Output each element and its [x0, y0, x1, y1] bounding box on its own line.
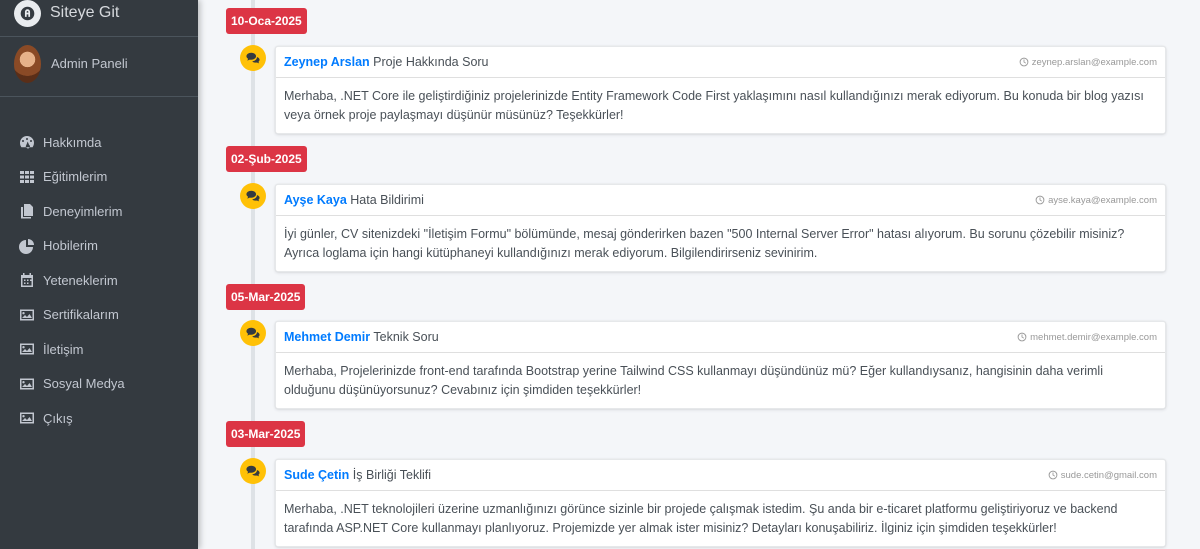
sidebar-item-label: Yeteneklerim [43, 272, 118, 288]
message-card: Zeynep Arslan Proje Hakkında Soru zeynep… [275, 46, 1166, 134]
sidebar-item-sertifikalarim[interactable]: Sertifikalarım [0, 298, 198, 333]
message-card: Mehmet Demir Teknik Soru mehmet.demir@ex… [275, 321, 1166, 409]
sidebar-item-label: Eğitimlerim [43, 169, 108, 185]
pie-chart-icon [19, 238, 34, 254]
message-subject: İş Birliği Teklifi [352, 468, 432, 482]
sidebar-item-yeteneklerim[interactable]: Yeteneklerim [0, 263, 198, 298]
message-body: İyi günler, CV sitenizdeki "İletişim For… [284, 227, 1125, 260]
message-body: Merhaba, .NET Core ile geliştirdiğiniz p… [284, 89, 1144, 122]
email-text: mehmet.demir@example.com [1030, 331, 1157, 343]
message-timeline: 10-Oca-2025 Zeynep Arslan Proje Hakkında… [198, 0, 1200, 549]
message-body: Merhaba, Projelerinizde front-end tarafı… [284, 364, 1103, 397]
date-label: 03-Mar-2025 [226, 421, 306, 447]
message-card: Ayşe Kaya Hata Bildirimi ayse.kaya@examp… [275, 184, 1166, 272]
image-icon [20, 309, 34, 321]
sidebar-item-label: Deneyimlerim [43, 203, 123, 219]
sidebar-item-deneyimlerim[interactable]: Deneyimlerim [0, 194, 198, 229]
sidebar-item-hobilerim[interactable]: Hobilerim [0, 229, 198, 264]
brand-link[interactable]: Siteye Git [0, 0, 198, 37]
message-email: zeynep.arslan@example.com [1019, 57, 1157, 68]
message-card: Sude Çetin İş Birliği Teklifi sude.cetin… [275, 459, 1166, 547]
comments-icon [240, 320, 266, 346]
sender-link[interactable]: Mehmet Demir [284, 330, 370, 344]
sidebar-item-label: Çıkış [43, 410, 73, 426]
tachometer-icon [20, 136, 34, 149]
message-subject: Proje Hakkında Soru [373, 55, 489, 69]
message-subject: Teknik Soru [373, 330, 439, 344]
message-email: mehmet.demir@example.com [1017, 332, 1157, 343]
message-title: Ayşe Kaya Hata Bildirimi [284, 193, 424, 207]
message-body: Merhaba, .NET teknolojileri üzerine uzma… [284, 502, 1118, 535]
sidebar-item-label: Sosyal Medya [43, 376, 125, 392]
sidebar-item-label: Sertifikalarım [43, 307, 119, 323]
message-subject: Hata Bildirimi [350, 193, 424, 207]
sidebar-item-egitimlerim[interactable]: Eğitimlerim [0, 160, 198, 195]
date-label: 05-Mar-2025 [226, 284, 306, 310]
sidebar-item-cikis[interactable]: Çıkış [0, 401, 198, 436]
sidebar-item-hakkimda[interactable]: Hakkımda [0, 125, 198, 160]
sidebar-item-label: Hobilerim [43, 238, 98, 254]
sender-link[interactable]: Sude Çetin [284, 468, 349, 482]
clock-icon [1048, 470, 1058, 480]
email-text: zeynep.arslan@example.com [1031, 56, 1157, 68]
user-name: Admin Paneli [51, 56, 128, 71]
image-icon [20, 343, 34, 355]
sidebar-item-iletisim[interactable]: İletişim [0, 332, 198, 367]
date-label: 02-Şub-2025 [226, 146, 307, 172]
comments-icon [240, 458, 266, 484]
image-icon [20, 412, 34, 424]
email-text: ayse.kaya@example.com [1048, 194, 1157, 206]
message-email: ayse.kaya@example.com [1035, 195, 1157, 206]
sidebar-item-sosyal-medya[interactable]: Sosyal Medya [0, 367, 198, 402]
sidebar-item-label: Hakkımda [43, 134, 102, 150]
brand-title: Siteye Git [50, 4, 120, 21]
message-title: Zeynep Arslan Proje Hakkında Soru [284, 55, 489, 69]
date-label: 10-Oca-2025 [226, 8, 307, 34]
comments-icon [240, 45, 266, 71]
image-icon [20, 378, 34, 390]
clock-icon [1035, 195, 1045, 205]
message-header: Zeynep Arslan Proje Hakkında Soru zeynep… [276, 47, 1165, 78]
grid-icon [20, 170, 34, 183]
user-panel[interactable]: Admin Paneli [0, 37, 198, 97]
message-header: Sude Çetin İş Birliği Teklifi sude.cetin… [276, 460, 1165, 491]
message-title: Sude Çetin İş Birliği Teklifi [284, 468, 431, 482]
message-email: sude.cetin@gmail.com [1048, 470, 1157, 481]
calendar-icon [21, 273, 33, 288]
clock-icon [1019, 57, 1029, 67]
files-icon [21, 204, 33, 219]
comments-icon [240, 183, 266, 209]
message-header: Ayşe Kaya Hata Bildirimi ayse.kaya@examp… [276, 185, 1165, 216]
sender-link[interactable]: Zeynep Arslan [284, 55, 370, 69]
brand-logo-icon [14, 0, 41, 27]
message-title: Mehmet Demir Teknik Soru [284, 330, 439, 344]
sidebar-item-label: İletişim [43, 341, 84, 357]
sidebar: Siteye Git Admin Paneli Hakkımda Eğitiml… [0, 0, 198, 549]
email-text: sude.cetin@gmail.com [1060, 469, 1157, 481]
sender-link[interactable]: Ayşe Kaya [284, 193, 347, 207]
sidebar-nav: Hakkımda Eğitimlerim Deneyimlerim Hobile… [0, 125, 198, 436]
message-header: Mehmet Demir Teknik Soru mehmet.demir@ex… [276, 322, 1165, 353]
clock-icon [1017, 332, 1027, 342]
avatar [14, 44, 41, 83]
